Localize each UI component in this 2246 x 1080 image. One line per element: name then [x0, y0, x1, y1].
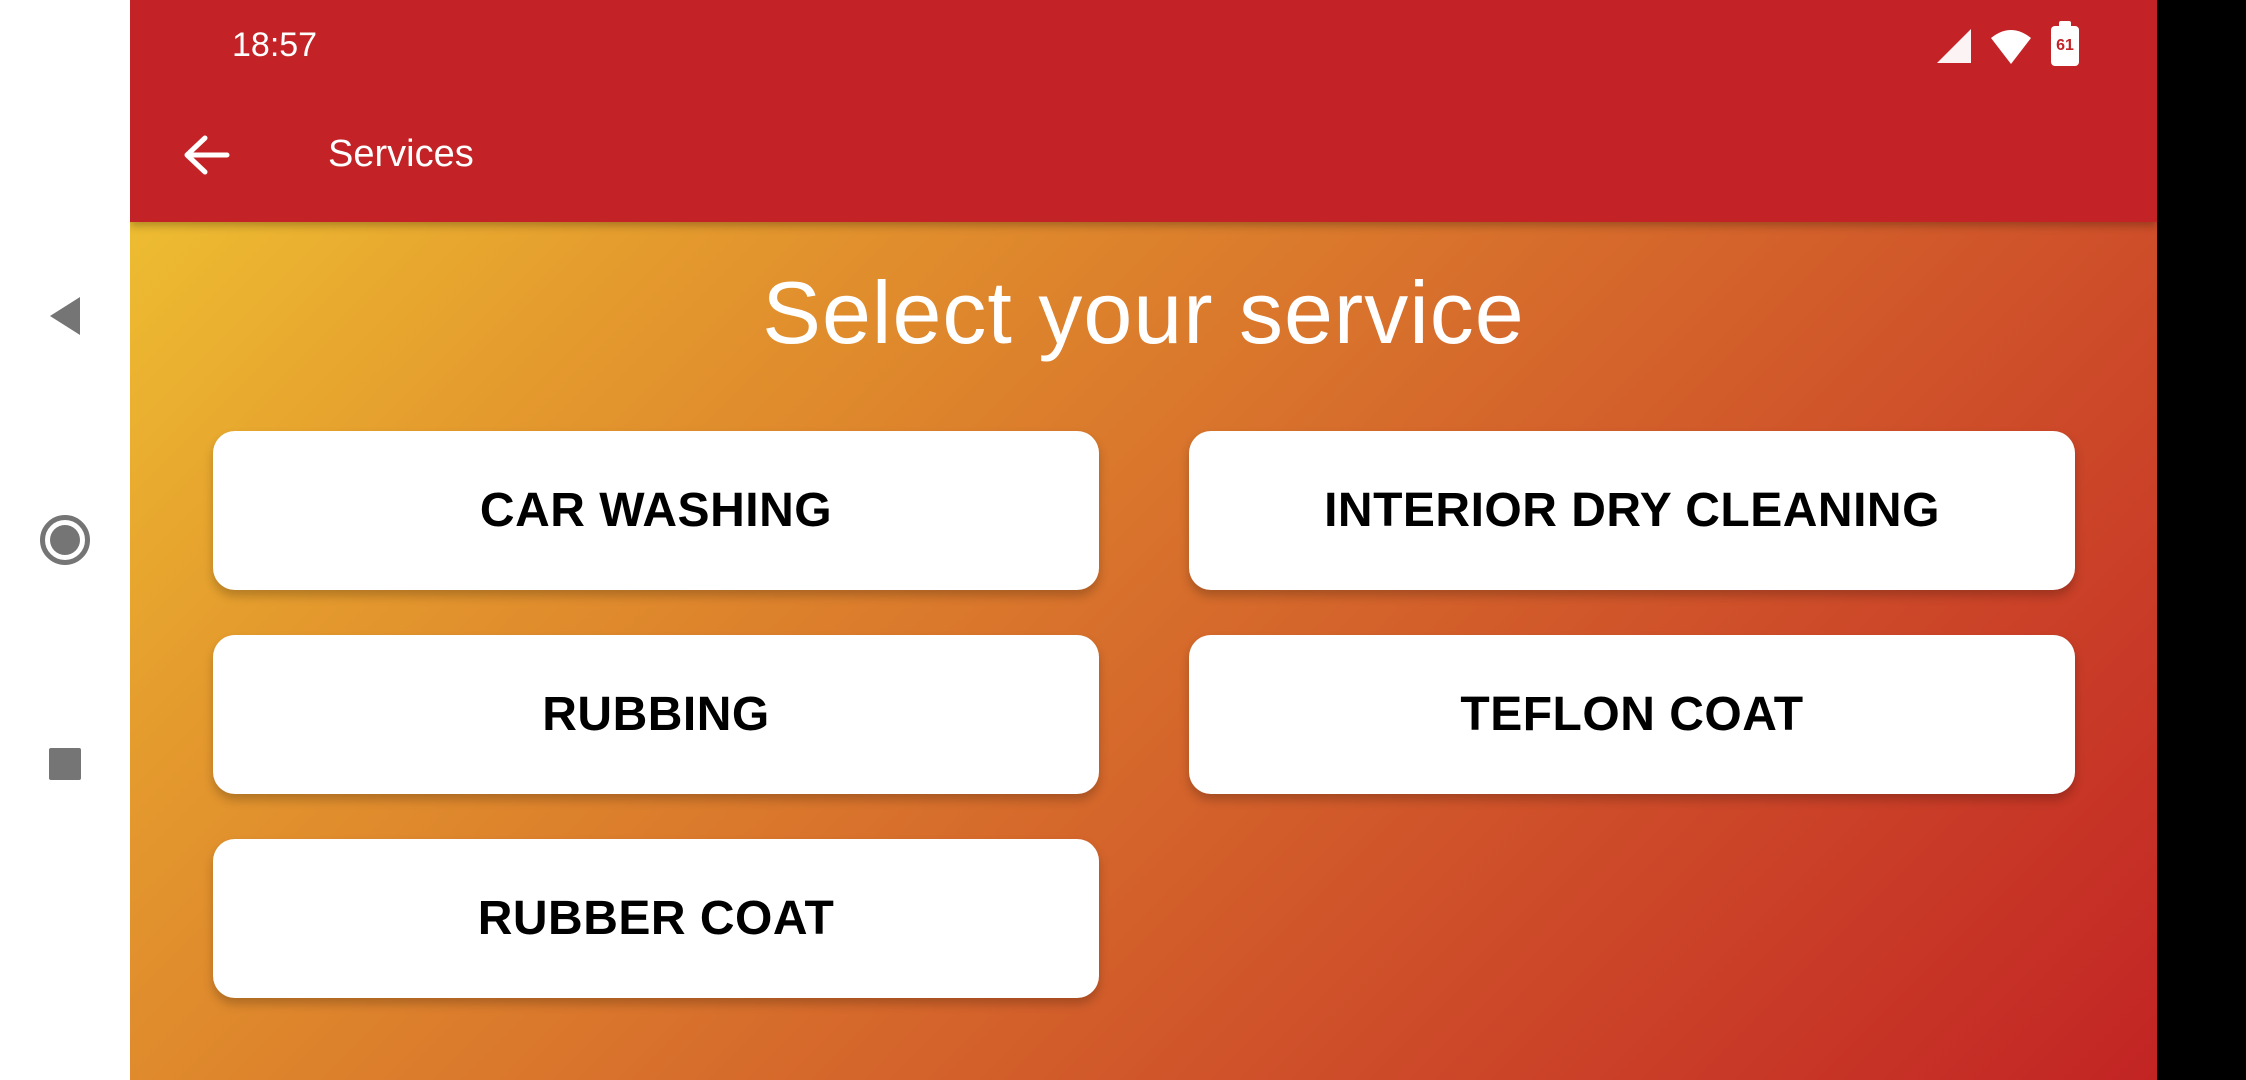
battery-level: 61 [2056, 37, 2074, 54]
arrow-left-icon [184, 135, 230, 175]
nav-home-icon [40, 515, 90, 565]
app-window: 18:57 61 Services Select your service CA… [130, 0, 2157, 1080]
service-button-teflon-coat[interactable]: TEFLON COAT [1189, 635, 2075, 794]
service-button-rubber-coat[interactable]: RUBBER COAT [213, 839, 1099, 998]
toolbar-title: Services [328, 133, 474, 175]
status-time: 18:57 [232, 26, 318, 64]
screen-edge [2157, 0, 2246, 1080]
services-grid: CAR WASHING INTERIOR DRY CLEANING RUBBIN… [213, 431, 2075, 998]
service-button-interior-dry-cleaning[interactable]: INTERIOR DRY CLEANING [1189, 431, 2075, 590]
nav-recents-icon [49, 748, 81, 780]
page-heading: Select your service [762, 263, 1525, 362]
back-button[interactable] [176, 120, 236, 190]
screen: 18:57 61 Services Select your service CA… [0, 0, 2246, 1080]
nav-back-button[interactable] [0, 256, 130, 376]
service-button-rubbing[interactable]: RUBBING [213, 635, 1099, 794]
system-navigation-bar [0, 0, 130, 1080]
signal-icon [1937, 29, 1971, 63]
battery-icon: 61 [2051, 21, 2079, 66]
wifi-icon [1989, 26, 2033, 66]
status-icons: 61 [1937, 21, 2079, 66]
nav-back-icon [50, 297, 80, 335]
nav-recents-button[interactable] [0, 704, 130, 824]
nav-home-button[interactable] [0, 480, 130, 600]
service-button-car-washing[interactable]: CAR WASHING [213, 431, 1099, 590]
app-bar: 18:57 61 Services [130, 0, 2157, 222]
